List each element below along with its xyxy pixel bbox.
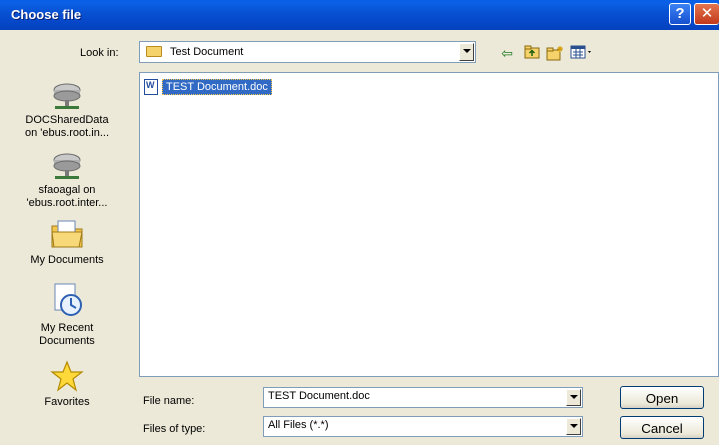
- folder-icon: [146, 46, 162, 57]
- places-bar: DOCSharedData on 'ebus.root.in... sfaoag…: [3, 72, 131, 422]
- filetype-label: Files of type:: [143, 423, 206, 435]
- filetype-dropdown[interactable]: All Files (*.*): [263, 416, 583, 437]
- lookin-dropdown[interactable]: Test Document: [139, 41, 476, 63]
- cancel-button[interactable]: Cancel: [620, 416, 704, 439]
- favorites-icon: [50, 360, 84, 392]
- views-icon[interactable]: [569, 45, 597, 61]
- place-label: DOCSharedData: [25, 114, 109, 126]
- filename-label: File name:: [143, 395, 195, 407]
- help-button[interactable]: ?: [669, 3, 691, 25]
- place-label: sfaoagal on: [38, 184, 96, 196]
- close-button[interactable]: ✕: [694, 3, 719, 25]
- window-title: Choose file: [11, 7, 82, 22]
- new-folder-icon[interactable]: [546, 45, 564, 61]
- network-drive-icon: [53, 83, 81, 109]
- title-bar: Choose file ? ✕: [0, 0, 719, 30]
- place-label: Favorites: [44, 396, 90, 408]
- file-list[interactable]: TEST Document.doc: [139, 72, 719, 377]
- up-folder-icon[interactable]: [523, 45, 541, 61]
- place-sublabel: Documents: [39, 335, 95, 347]
- chevron-down-icon[interactable]: [459, 43, 474, 61]
- recent-documents-icon: [54, 283, 82, 316]
- open-button[interactable]: Open: [620, 386, 704, 409]
- filename-value: TEST Document.doc: [268, 390, 370, 402]
- place-my-documents[interactable]: My Documents: [3, 218, 131, 267]
- lookin-value: Test Document: [170, 46, 244, 58]
- back-icon[interactable]: ⇦: [498, 45, 516, 61]
- place-sublabel: on 'ebus.root.in...: [24, 127, 110, 139]
- network-drive-icon: [53, 153, 81, 179]
- my-documents-icon: [51, 220, 83, 248]
- place-label: My Recent: [40, 322, 94, 334]
- lookin-label: Look in:: [80, 47, 119, 59]
- place-docshareddata[interactable]: DOCSharedData on 'ebus.root.in...: [3, 80, 131, 140]
- place-favorites[interactable]: Favorites: [3, 360, 131, 409]
- file-name: TEST Document.doc: [162, 79, 272, 95]
- chevron-down-icon[interactable]: [566, 418, 581, 435]
- filetype-value: All Files (*.*): [268, 419, 329, 431]
- place-my-recent-documents[interactable]: My Recent Documents: [3, 282, 131, 348]
- chevron-down-icon[interactable]: [566, 389, 581, 406]
- place-sfaoagal[interactable]: sfaoagal on 'ebus.root.inter...: [3, 150, 131, 210]
- filename-field[interactable]: TEST Document.doc: [263, 387, 583, 408]
- place-sublabel: 'ebus.root.inter...: [26, 197, 108, 209]
- word-document-icon: [144, 79, 158, 95]
- place-label: My Documents: [30, 254, 104, 266]
